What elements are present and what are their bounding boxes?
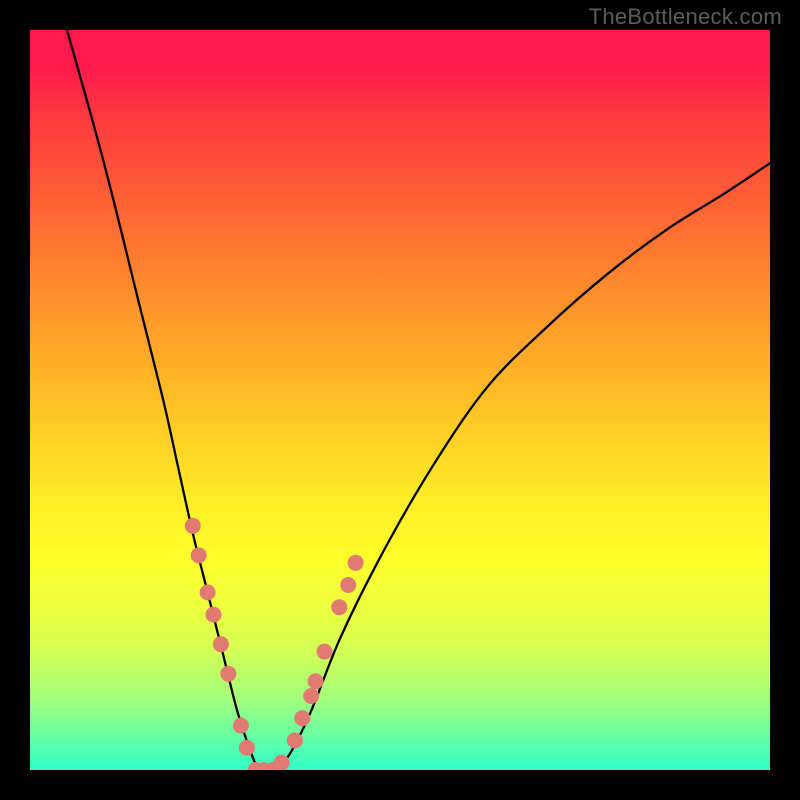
plot-area: [30, 30, 770, 770]
highlighted-point: [191, 547, 207, 563]
highlighted-point: [294, 710, 310, 726]
highlighted-point: [239, 740, 255, 756]
highlighted-point: [233, 718, 249, 734]
bottleneck-curve-svg: [30, 30, 770, 770]
highlighted-point: [308, 673, 324, 689]
highlighted-point: [213, 636, 229, 652]
highlighted-point: [287, 732, 303, 748]
highlighted-point: [274, 755, 290, 770]
highlighted-point: [185, 518, 201, 534]
highlighted-point: [303, 688, 319, 704]
highlighted-point: [317, 644, 333, 660]
highlighted-point: [340, 577, 356, 593]
highlighted-point: [331, 599, 347, 615]
highlighted-point: [206, 607, 222, 623]
watermark-text: TheBottleneck.com: [589, 4, 782, 30]
highlighted-point: [200, 584, 216, 600]
chart-frame: TheBottleneck.com: [0, 0, 800, 800]
highlighted-point: [220, 666, 236, 682]
highlighted-point: [348, 555, 364, 571]
bottleneck-curve: [67, 30, 770, 770]
